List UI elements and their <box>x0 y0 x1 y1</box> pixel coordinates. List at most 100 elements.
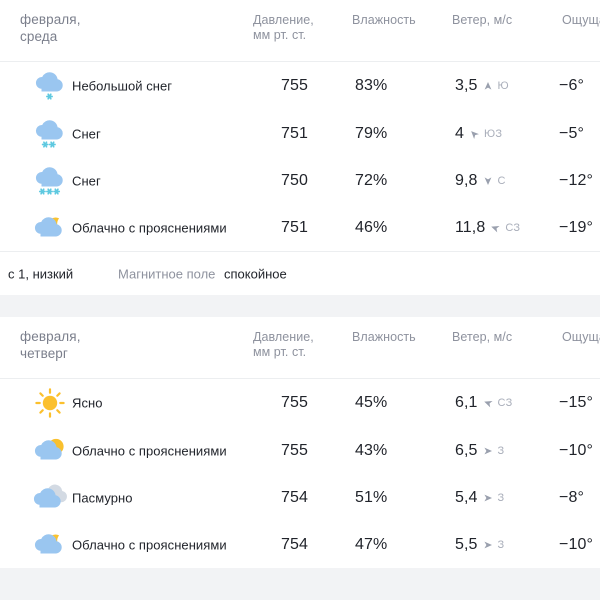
pressure-value: 755 <box>281 77 308 94</box>
magnetic-field-value: спокойное <box>224 266 287 281</box>
wind-value: 4 ЮЗ <box>455 125 502 143</box>
sun-icon <box>30 383 70 423</box>
day-date-line2: четверг <box>20 346 68 361</box>
day-header-wednesday: февраля, среда Давление, мм рт. ст. Влаж… <box>0 0 600 62</box>
day-date-line1: февраля, <box>20 329 81 344</box>
condition-label: Облачно с прояснениями <box>72 537 227 552</box>
cloud-snow-3-icon <box>30 161 70 201</box>
cloud-overcast-icon <box>30 478 70 518</box>
card-separator <box>0 295 600 317</box>
day-date-thursday: февраля, четверг <box>20 328 81 362</box>
humidity-value: 51% <box>355 488 388 506</box>
wind-value: 6,5 З <box>455 442 504 460</box>
wind-direction-arrow-icon <box>469 129 479 139</box>
condition-label: Небольшой снег <box>72 78 173 94</box>
forecast-rows-thursday: Ясно 755 45% 6,1 СЗ −15° Облачно с прояснения… <box>0 379 600 568</box>
wind-value: 5,5 З <box>455 536 504 554</box>
forecast-row[interactable]: Снег 750 72% 9,8 С −12° <box>0 157 600 204</box>
humidity-value: 46% <box>355 218 388 236</box>
wind-speed-value: 5,5 <box>455 535 478 553</box>
wind-direction-label: З <box>497 444 505 457</box>
forecast-rows-wednesday: Небольшой снег 755 83% 3,5 Ю −6° Снег 751 79% 4 … <box>0 62 600 251</box>
humidity-value: 72% <box>355 171 388 189</box>
column-header-wind: Ветер, м/с <box>452 330 513 344</box>
feels-like-value: −19° <box>559 218 593 236</box>
humidity-value: 45% <box>355 394 388 411</box>
column-header-pressure: Давление, мм рт. ст. <box>253 330 314 360</box>
column-header-pressure-unit: мм рт. ст. <box>253 345 307 359</box>
wind-direction-label: СЗ <box>497 397 513 409</box>
wind-direction-arrow-icon <box>483 81 493 91</box>
wind-direction-arrow-icon <box>483 540 493 550</box>
wind-direction-label: З <box>497 538 505 551</box>
column-header-pressure-unit: мм рт. ст. <box>253 28 307 42</box>
feels-like-value: −10° <box>559 441 593 459</box>
column-header-pressure: Давление, мм рт. ст. <box>253 13 314 43</box>
wind-value: 9,8 С <box>455 172 506 190</box>
feels-like-value: −6° <box>559 77 584 94</box>
wind-direction-arrow-icon <box>483 493 493 503</box>
wind-direction-arrow-icon <box>490 223 500 233</box>
condition-label: Ясно <box>72 395 103 411</box>
forecast-row[interactable]: Ясно 755 45% 6,1 СЗ −15° <box>0 379 600 427</box>
weather-forecast-page: февраля, среда Давление, мм рт. ст. Влаж… <box>0 0 600 600</box>
condition-label: Облачно с прояснениями <box>72 443 227 458</box>
forecast-row[interactable]: Пасмурно 754 51% 5,4 З −8° <box>0 474 600 521</box>
condition-label: Пасмурно <box>72 490 133 505</box>
uv-index-value: с 1, низкий <box>8 266 74 281</box>
pressure-value: 755 <box>281 441 308 459</box>
column-header-humidity: Влажность <box>352 13 416 27</box>
wind-value: 6,1 СЗ <box>455 394 512 412</box>
feels-like-value: −8° <box>559 488 584 506</box>
condition-label: Облачно с прояснениями <box>72 220 227 235</box>
forecast-row[interactable]: Облачно с прояснениями 755 43% 6,5 З −10° <box>0 427 600 474</box>
cloud-moon-icon <box>30 525 70 565</box>
humidity-value: 83% <box>355 77 388 94</box>
humidity-value: 79% <box>355 124 388 142</box>
wind-direction-label: Ю <box>497 80 509 92</box>
pressure-value: 755 <box>281 394 308 411</box>
wind-value: 3,5 Ю <box>455 77 509 95</box>
pressure-value: 750 <box>281 171 308 189</box>
day-date-line1: февраля, <box>20 12 81 27</box>
feels-like-value: −5° <box>559 124 584 142</box>
wind-direction-label: СЗ <box>505 221 521 234</box>
column-header-wind: Ветер, м/с <box>452 13 513 27</box>
forecast-row[interactable]: Снег 751 79% 4 ЮЗ −5° <box>0 110 600 157</box>
wind-speed-value: 3,5 <box>455 77 478 94</box>
wind-speed-value: 6,1 <box>455 394 478 411</box>
day-card-thursday: февраля, четверг Давление, мм рт. ст. Вл… <box>0 317 600 568</box>
humidity-value: 43% <box>355 441 388 459</box>
forecast-row[interactable]: Небольшой снег 755 83% 3,5 Ю −6° <box>0 62 600 110</box>
wind-direction-label: ЮЗ <box>484 127 503 140</box>
column-header-pressure-title: Давление, <box>253 13 314 27</box>
forecast-row[interactable]: Облачно с прояснениями 754 47% 5,5 З −10° <box>0 521 600 568</box>
condition-label: Снег <box>72 126 101 141</box>
column-header-pressure-title: Давление, <box>253 330 314 344</box>
wind-speed-value: 4 <box>455 124 464 142</box>
day-card-wednesday: февраля, среда Давление, мм рт. ст. Влаж… <box>0 0 600 295</box>
column-header-feels-like: Ощущае <box>562 13 600 27</box>
wind-speed-value: 6,5 <box>455 441 478 459</box>
wind-direction-label: С <box>497 174 506 187</box>
page-tail <box>0 568 600 578</box>
day-date-line2: среда <box>20 29 58 44</box>
wind-direction-arrow-icon <box>483 176 493 186</box>
wind-value: 11,8 СЗ <box>455 219 520 237</box>
uv-magnetic-strip: с 1, низкий Магнитное поле спокойное <box>0 251 600 295</box>
pressure-value: 754 <box>281 535 308 553</box>
column-header-humidity: Влажность <box>352 330 416 344</box>
magnetic-field-label: Магнитное поле <box>118 266 216 281</box>
wind-direction-arrow-icon <box>483 446 493 456</box>
pressure-value: 754 <box>281 488 308 506</box>
cloud-snow-2-icon <box>30 114 70 154</box>
pressure-value: 751 <box>281 218 308 236</box>
condition-label: Снег <box>72 173 101 188</box>
day-header-thursday: февраля, четверг Давление, мм рт. ст. Вл… <box>0 317 600 379</box>
cloud-snow-1-icon <box>30 66 70 106</box>
forecast-row[interactable]: Облачно с прояснениями 751 46% 11,8 СЗ −19° <box>0 204 600 251</box>
wind-direction-label: З <box>497 491 505 504</box>
cloud-moon-icon <box>30 208 70 248</box>
feels-like-value: −10° <box>559 535 593 553</box>
pressure-value: 751 <box>281 124 308 142</box>
